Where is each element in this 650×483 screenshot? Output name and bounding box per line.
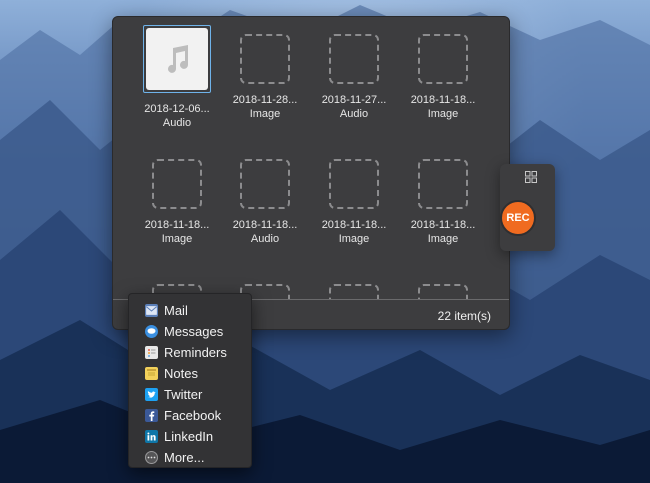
grid-item[interactable]: 2018-11-18... Audio <box>221 159 309 245</box>
item-date: 2018-11-18... <box>321 219 387 231</box>
menu-item-mail[interactable]: Mail <box>129 300 251 321</box>
share-menu: Mail Messages Reminders Notes Twitter Fa… <box>128 293 252 468</box>
record-button[interactable]: REC <box>500 200 536 236</box>
image-placeholder-thumbnail[interactable] <box>329 159 379 209</box>
item-date: 2018-11-18... <box>410 219 476 231</box>
messages-icon <box>145 325 158 338</box>
recordings-grid: 2018-12-06... Audio 2018-11-28... Image … <box>113 17 509 299</box>
recordings-panel: 2018-12-06... Audio 2018-11-28... Image … <box>112 16 510 330</box>
audio-thumbnail <box>146 28 208 90</box>
placeholder-thumbnail[interactable] <box>329 284 379 299</box>
grid-item[interactable]: 2018-11-18... Image <box>399 159 487 245</box>
item-date: 2018-11-18... <box>410 94 476 106</box>
image-placeholder-thumbnail[interactable] <box>418 159 468 209</box>
item-type: Audio <box>339 108 369 120</box>
item-date: 2018-12-06... <box>144 103 210 115</box>
grid-item[interactable]: 2018-11-18... Image <box>399 34 487 120</box>
image-placeholder-thumbnail[interactable] <box>418 34 468 84</box>
menu-item-label: Messages <box>164 324 224 339</box>
menu-item-label: Reminders <box>164 345 227 360</box>
grid-item[interactable]: 2018-11-18... Image <box>133 159 221 245</box>
item-type: Image <box>161 233 193 245</box>
item-date: 2018-11-18... <box>144 219 210 231</box>
music-note-icon <box>168 45 188 73</box>
linkedin-icon <box>145 430 158 443</box>
item-type: Image <box>338 233 370 245</box>
menu-item-label: Facebook <box>164 408 222 423</box>
image-placeholder-thumbnail[interactable] <box>152 159 202 209</box>
notes-icon <box>145 367 158 380</box>
menu-item-notes[interactable]: Notes <box>129 363 251 384</box>
item-type: Image <box>249 108 281 120</box>
grid-item-partial[interactable] <box>399 284 487 299</box>
more-icon <box>145 451 158 464</box>
grid-item[interactable]: 2018-11-18... Image <box>310 159 398 245</box>
menu-item-label: Twitter <box>164 387 203 402</box>
menu-item-more[interactable]: More... <box>129 447 251 468</box>
item-type: Audio <box>250 233 280 245</box>
menu-item-reminders[interactable]: Reminders <box>129 342 251 363</box>
grid-item[interactable]: 2018-12-06... Audio <box>133 25 221 129</box>
audio-placeholder-thumbnail[interactable] <box>240 159 290 209</box>
menu-item-messages[interactable]: Messages <box>129 321 251 342</box>
menu-item-linkedin[interactable]: LinkedIn <box>129 426 251 447</box>
grid-item[interactable]: 2018-11-27... Audio <box>310 34 398 120</box>
recorder-widget: REC <box>500 164 555 251</box>
menu-item-facebook[interactable]: Facebook <box>129 405 251 426</box>
item-type: Image <box>427 108 459 120</box>
menu-item-label: Notes <box>164 366 198 381</box>
selected-thumbnail[interactable] <box>143 25 211 93</box>
menu-item-label: LinkedIn <box>164 429 214 444</box>
grid-item-partial[interactable] <box>310 284 398 299</box>
twitter-icon <box>145 388 158 401</box>
menu-item-twitter[interactable]: Twitter <box>129 384 251 405</box>
image-placeholder-thumbnail[interactable] <box>240 34 290 84</box>
item-type: Image <box>427 233 459 245</box>
item-date: 2018-11-27... <box>321 94 387 106</box>
reminders-icon <box>145 346 158 359</box>
grid-icon[interactable] <box>525 170 537 183</box>
grid-item[interactable]: 2018-11-28... Image <box>221 34 309 120</box>
item-type: Audio <box>162 117 192 129</box>
menu-item-label: Mail <box>164 303 188 318</box>
placeholder-thumbnail[interactable] <box>418 284 468 299</box>
audio-placeholder-thumbnail[interactable] <box>329 34 379 84</box>
mail-icon <box>145 304 158 317</box>
item-date: 2018-11-18... <box>232 219 298 231</box>
item-date: 2018-11-28... <box>232 94 298 106</box>
menu-item-label: More... <box>164 450 205 465</box>
record-button-label: REC <box>506 212 530 224</box>
facebook-icon <box>145 409 158 422</box>
item-count: 22 item(s) <box>437 309 491 323</box>
